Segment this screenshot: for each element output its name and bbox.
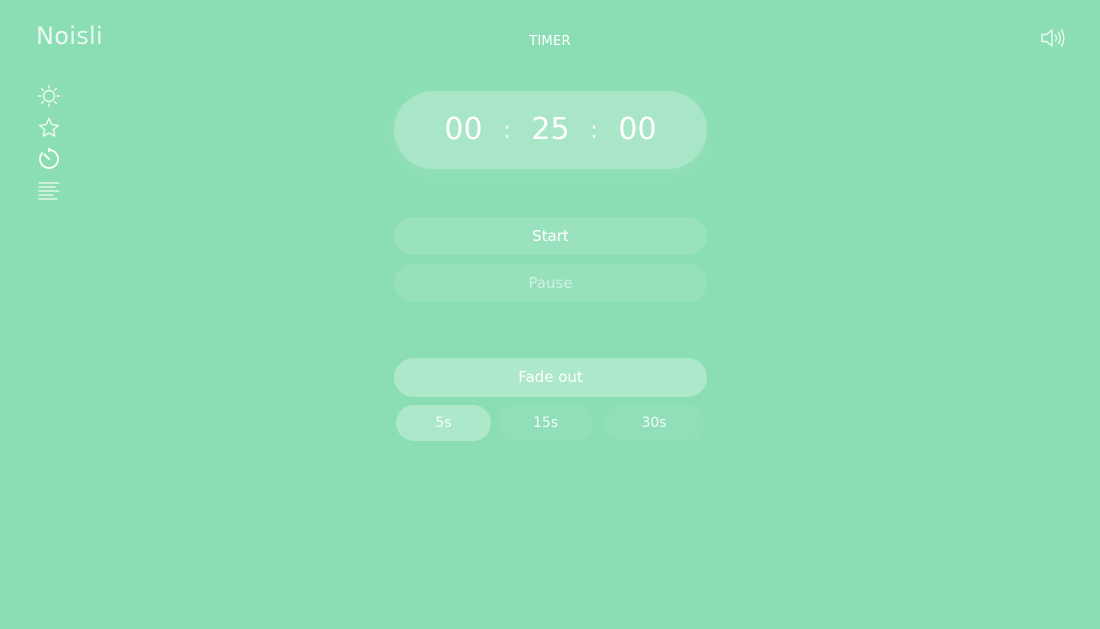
- fade-option-5s[interactable]: 5s: [396, 405, 491, 441]
- star-icon: [39, 117, 59, 137]
- volume-button[interactable]: [1040, 26, 1066, 50]
- minutes-input[interactable]: [521, 105, 580, 155]
- time-separator: :: [589, 116, 599, 144]
- fade-option-30s[interactable]: 30s: [604, 405, 704, 441]
- timer-icon: [39, 147, 59, 169]
- speaker-icon: [1041, 29, 1065, 47]
- time-separator: :: [502, 116, 512, 144]
- fade-out-button[interactable]: Fade out: [394, 358, 707, 397]
- pause-button[interactable]: Pause: [394, 264, 707, 302]
- sun-icon: [37, 84, 61, 108]
- timer-display: : :: [394, 91, 707, 169]
- fade-out-options: 5s 15s 30s: [394, 405, 707, 441]
- hours-input[interactable]: [434, 105, 493, 155]
- sidebar: [36, 84, 64, 210]
- sidebar-item-notes[interactable]: [36, 179, 62, 203]
- text-lines-icon: [38, 181, 60, 200]
- fade-option-15s[interactable]: 15s: [498, 405, 593, 441]
- page-title: TIMER: [529, 34, 571, 49]
- sidebar-item-sounds[interactable]: [36, 84, 62, 108]
- start-button[interactable]: Start: [394, 217, 707, 255]
- seconds-input[interactable]: [608, 105, 667, 155]
- sidebar-item-favorites[interactable]: [36, 116, 62, 140]
- sidebar-item-timer[interactable]: [36, 147, 62, 171]
